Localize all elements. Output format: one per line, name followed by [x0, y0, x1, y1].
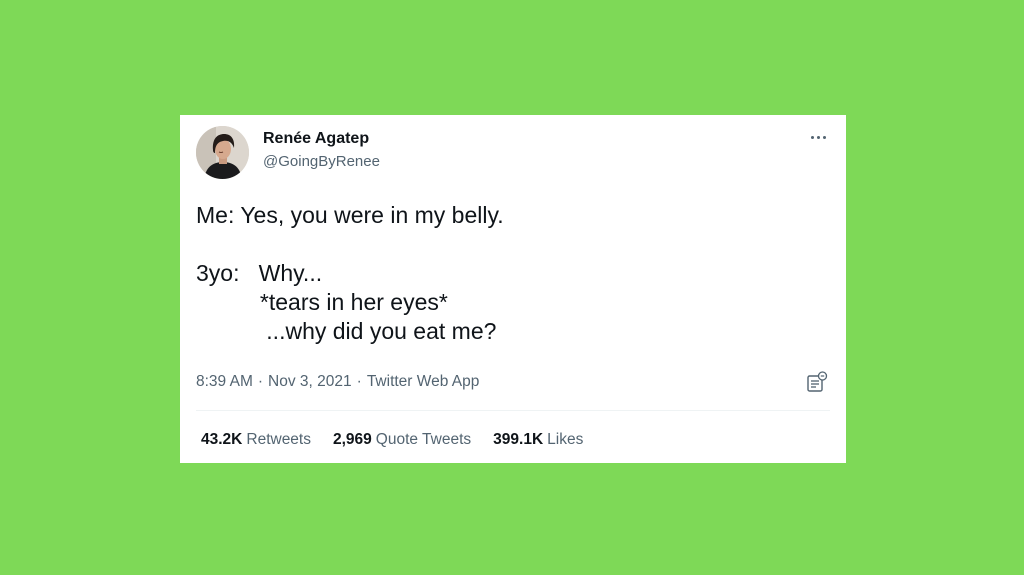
tweet-text-spacer [196, 230, 504, 259]
author-display-name[interactable]: Renée Agatep [263, 130, 369, 148]
tweet-source[interactable]: Twitter Web App [367, 373, 480, 390]
retweets-label: Retweets [246, 431, 311, 448]
more-dot [816, 135, 820, 139]
tweet-stats: 43.2K Retweets 2,969 Quote Tweets 399.1K Li… [201, 431, 583, 449]
divider [196, 410, 830, 411]
likes-count: 399.1K [493, 431, 544, 448]
tweet-card: Renée Agatep @GoingByRenee Me: Yes, you … [180, 115, 846, 463]
tweet-text: Me: Yes, you were in my belly. 3yo: Why.… [196, 201, 504, 346]
user-avatar-icon [196, 126, 249, 179]
quote-tweets-count: 2,969 [333, 431, 372, 448]
likes-stat[interactable]: 399.1K Likes [493, 431, 583, 449]
likes-label: Likes [547, 431, 584, 448]
more-dot [810, 135, 814, 139]
quote-tweets-label: Quote Tweets [375, 431, 472, 448]
tweet-text-line: Me: Yes, you were in my belly. [196, 202, 504, 228]
tweet-date[interactable]: Nov 3, 2021 [268, 373, 352, 390]
retweets-count: 43.2K [201, 431, 243, 448]
tweet-text-line: 3yo: Why... [196, 260, 323, 286]
meta-separator: · [257, 373, 264, 390]
tweet-text-line: *tears in her eyes* [196, 289, 448, 315]
more-dot [822, 135, 826, 139]
avatar[interactable] [196, 126, 249, 179]
meta-separator: · [356, 373, 362, 390]
tweet-meta: 8:39 AM · Nov 3, 2021 · Twitter Web App [196, 373, 479, 391]
tweet-text-line: ...why did you eat me? [196, 318, 497, 344]
author-handle[interactable]: @GoingByRenee [263, 153, 380, 170]
retweets-stat[interactable]: 43.2K Retweets [201, 431, 311, 449]
analytics-icon[interactable] [806, 371, 828, 393]
tweet-time[interactable]: 8:39 AM [196, 373, 253, 390]
quote-tweets-stat[interactable]: 2,969 Quote Tweets [333, 431, 471, 449]
more-horizontal-icon[interactable] [808, 133, 828, 141]
